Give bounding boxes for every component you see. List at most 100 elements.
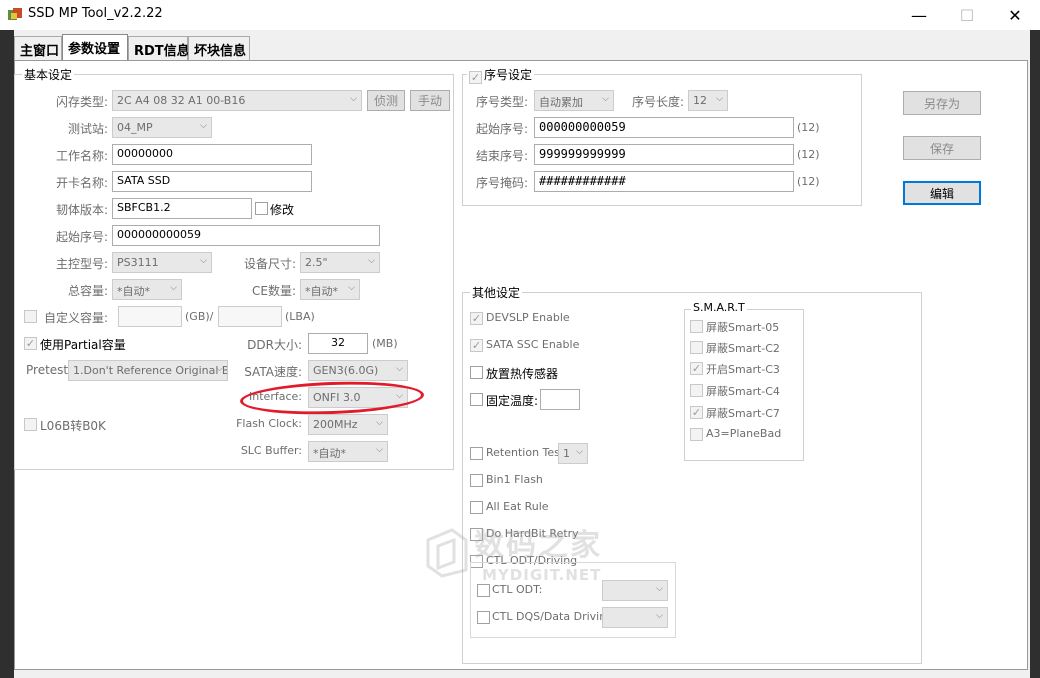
chevron-down-icon: ⌵ xyxy=(200,256,207,266)
smart-c4-checkbox[interactable] xyxy=(690,384,703,397)
start-sn-input[interactable]: 000000000059 xyxy=(112,225,380,246)
chevron-down-icon: ⌵ xyxy=(656,584,663,594)
smart-c7-label: 屏蔽Smart-C7 xyxy=(706,407,780,420)
manual-button[interactable]: 手动 xyxy=(410,90,450,111)
serial-start-input[interactable]: 000000000059 xyxy=(534,117,794,138)
tab-rdt[interactable]: RDT信息 xyxy=(128,36,190,60)
controller-select[interactable]: PS3111 ⌵ xyxy=(112,252,212,273)
bin1-checkbox[interactable] xyxy=(470,474,483,487)
serial-mask-input[interactable]: ############ xyxy=(534,171,794,192)
card-name-label: 开卡名称: xyxy=(55,176,108,190)
custom-capacity-label: 自定义容量: xyxy=(44,311,109,325)
card-name-input[interactable]: SATA SSD xyxy=(112,171,312,192)
l06b-label: L06B转B0K xyxy=(40,419,106,433)
chevron-down-icon: ⌵ xyxy=(716,94,723,104)
serial-start-count: (12) xyxy=(797,121,820,134)
serial-title-text: 序号设定 xyxy=(484,68,533,82)
a3-planebad-label: A3=PlaneBad xyxy=(706,427,782,440)
devslp-label: DEVSLP Enable xyxy=(486,311,570,324)
retention-label: Retention Test xyxy=(486,446,565,459)
ce-count-select[interactable]: *自动* ⌵ xyxy=(300,279,360,300)
ctl-dqs-checkbox[interactable] xyxy=(477,611,490,624)
serial-length-select[interactable]: 12 ⌵ xyxy=(688,90,728,111)
tab-badblock[interactable]: 坏块信息 xyxy=(188,36,250,60)
watermark: 数码之家 MYDIGIT.NET xyxy=(418,518,618,588)
flash-clock-label: Flash Clock: xyxy=(236,417,302,430)
serial-enable-checkbox[interactable]: ✓ xyxy=(469,71,482,84)
save-button[interactable]: 保存 xyxy=(903,136,981,160)
right-edge xyxy=(1030,30,1040,678)
smart-title: S.M.A.R.T xyxy=(691,301,747,314)
device-size-select[interactable]: 2.5" ⌵ xyxy=(300,252,380,273)
l06b-checkbox[interactable] xyxy=(24,418,37,431)
smart-05-label: 屏蔽Smart-05 xyxy=(706,321,780,334)
detect-button[interactable]: 侦测 xyxy=(367,90,405,111)
ddr-size-input[interactable]: 32 xyxy=(308,333,368,354)
ce-count-label: CE数量: xyxy=(251,284,296,298)
flash-type-select[interactable]: 2C A4 08 32 A1 00-B16 ⌵ xyxy=(112,90,362,111)
tab-settings[interactable]: 参数设置 xyxy=(62,34,128,61)
sata-speed-label: SATA速度: xyxy=(244,365,302,379)
firmware-label: 韧体版本: xyxy=(55,203,108,217)
sata-ssc-label: SATA SSC Enable xyxy=(486,338,580,351)
sata-ssc-checkbox[interactable]: ✓ xyxy=(470,339,483,352)
smart-c2-checkbox[interactable] xyxy=(690,341,703,354)
total-capacity-select[interactable]: *自动* ⌵ xyxy=(112,279,182,300)
smart-05-checkbox[interactable] xyxy=(690,320,703,333)
save-as-button[interactable]: 另存为 xyxy=(903,91,981,115)
all-eat-checkbox[interactable] xyxy=(470,501,483,514)
tab-main[interactable]: 主窗口 xyxy=(14,36,62,60)
pretest-select[interactable]: 1.Don't Reference Original B ⌵ xyxy=(68,360,228,381)
work-name-input[interactable]: 00000000 xyxy=(112,144,312,165)
chevron-down-icon: ⌵ xyxy=(200,121,207,131)
retention-select[interactable]: 1 ⌵ xyxy=(558,443,588,464)
station-select[interactable]: 04_MP ⌵ xyxy=(112,117,212,138)
flash-clock-select[interactable]: 200MHz ⌵ xyxy=(308,414,388,435)
custom-capacity-gb-input[interactable] xyxy=(118,306,182,327)
custom-capacity-lba-input[interactable] xyxy=(218,306,282,327)
smart-c3-checkbox[interactable]: ✓ xyxy=(690,362,703,375)
chevron-down-icon: ⌵ xyxy=(376,418,383,428)
close-button[interactable]: ✕ xyxy=(992,0,1038,30)
maximize-button[interactable]: ☐ xyxy=(944,0,990,30)
thermal-sensor-label: 放置热传感器 xyxy=(486,367,559,381)
a3-planebad-checkbox[interactable] xyxy=(690,428,703,441)
app-window: SSD MP Tool_v2.2.22 — ☐ ✕ 主窗口 参数设置 RDT信息… xyxy=(0,0,1040,678)
work-name-label: 工作名称: xyxy=(55,149,108,163)
watermark-logo-icon xyxy=(426,528,468,578)
devslp-checkbox[interactable]: ✓ xyxy=(470,312,483,325)
ctl-dqs-label: CTL DQS/Data Driving: xyxy=(492,610,617,623)
retention-checkbox[interactable] xyxy=(470,447,483,460)
watermark-en: MYDIGIT.NET xyxy=(482,566,602,584)
fixed-temp-input[interactable] xyxy=(540,389,580,410)
chevron-down-icon: ⌵ xyxy=(348,283,355,293)
gb-unit: (GB)/ xyxy=(185,310,214,323)
other-settings-title: 其他设定 xyxy=(470,284,523,301)
firmware-input[interactable]: SBFCB1.2 xyxy=(112,198,252,219)
chevron-down-icon: ⌵ xyxy=(368,256,375,266)
sata-speed-select[interactable]: GEN3(6.0G) ⌵ xyxy=(308,360,408,381)
serial-end-label: 结束序号: xyxy=(475,149,528,163)
custom-capacity-checkbox[interactable] xyxy=(24,310,37,323)
serial-settings-title: ✓ 序号设定 xyxy=(467,66,535,84)
fixed-temp-checkbox[interactable] xyxy=(470,393,483,406)
serial-end-input[interactable]: 999999999999 xyxy=(534,144,794,165)
all-eat-label: All Eat Rule xyxy=(486,500,549,513)
chevron-down-icon: ⌵ xyxy=(656,611,663,621)
serial-end-count: (12) xyxy=(797,148,820,161)
chevron-down-icon: ⌵ xyxy=(170,283,177,293)
ctl-dqs-select[interactable]: ⌵ xyxy=(602,607,668,628)
modify-checkbox[interactable] xyxy=(255,202,268,215)
partial-checkbox[interactable]: ✓ xyxy=(24,337,37,350)
slc-buffer-select[interactable]: *自动* ⌵ xyxy=(308,441,388,462)
chevron-down-icon: ⌵ xyxy=(350,94,357,104)
serial-type-select[interactable]: 自动累加 ⌵ xyxy=(534,90,614,111)
minimize-button[interactable]: — xyxy=(896,0,942,30)
chevron-down-icon: ⌵ xyxy=(576,447,583,457)
thermal-sensor-checkbox[interactable] xyxy=(470,366,483,379)
ddr-unit: (MB) xyxy=(372,337,398,350)
pretest-label: Pretest: xyxy=(26,363,73,377)
edit-button[interactable]: 编辑 xyxy=(903,181,981,205)
chevron-down-icon: ⌵ xyxy=(216,364,223,374)
smart-c7-checkbox[interactable]: ✓ xyxy=(690,406,703,419)
